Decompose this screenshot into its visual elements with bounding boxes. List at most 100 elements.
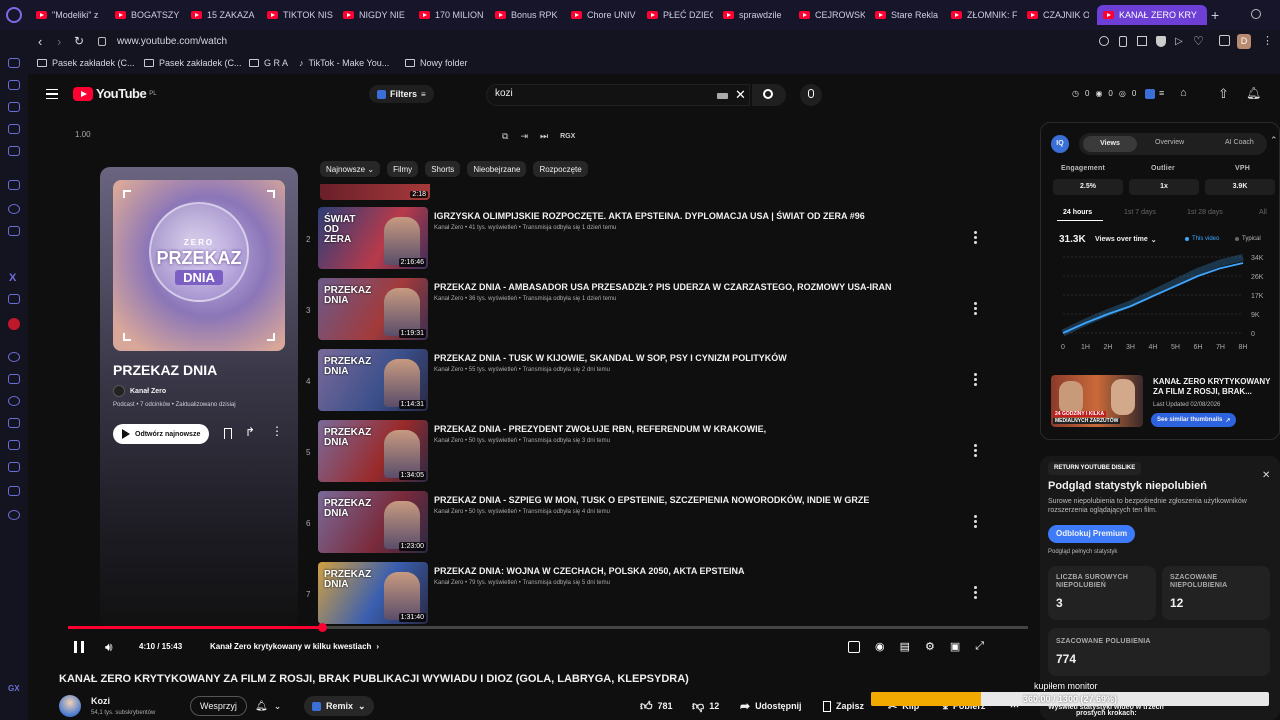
video-thumbnail[interactable]: PRZEKAZ DNIA 1:31:40: [318, 562, 428, 624]
vidiq-player-icon[interactable]: [848, 640, 860, 653]
similar-thumbnails-button[interactable]: See similar thumbnails ↗: [1151, 413, 1237, 427]
browser-menu-dots-icon[interactable]: ⋮: [1262, 34, 1273, 47]
twitch-icon[interactable]: [8, 180, 20, 190]
tab-ai-coach[interactable]: AI Coach: [1225, 139, 1254, 146]
browser-tab[interactable]: NIGDY NIE: [343, 5, 405, 25]
browser-tab[interactable]: Bonus RPK: [495, 5, 561, 25]
browser-tab[interactable]: PŁEĆ DZIEC: [647, 5, 713, 25]
range-7d[interactable]: 1st 7 days: [1124, 209, 1156, 216]
voice-search-icon[interactable]: [800, 84, 822, 106]
sidebar-app-icon[interactable]: [8, 102, 20, 112]
upload-icon[interactable]: ⇧: [1218, 86, 1229, 102]
play-icon[interactable]: [8, 374, 20, 384]
extension-tool-icon[interactable]: ⌂: [1180, 87, 1187, 99]
search-tabs-icon[interactable]: [1251, 9, 1261, 19]
youtube-logo[interactable]: YouTube PL: [73, 86, 157, 101]
keyboard-icon[interactable]: [717, 93, 728, 99]
video-title[interactable]: PRZEKAZ DNIA: WOJNA W CZECHACH, POLSKA 2…: [434, 566, 745, 576]
browser-tab[interactable]: BOGATSZY: [115, 5, 181, 25]
fullscreen-icon[interactable]: ⤢: [975, 640, 984, 653]
autoplay-toggle-icon[interactable]: ◉: [875, 640, 885, 653]
range-all[interactable]: All: [1259, 209, 1267, 216]
partial-video-thumbnail[interactable]: 2:18: [320, 184, 430, 200]
views-over-time-dropdown[interactable]: Views over time ⌄: [1095, 236, 1157, 244]
pip-icon[interactable]: ⧉: [502, 131, 508, 142]
video-title[interactable]: PRZEKAZ DNIA - TUSK W KIJOWIE, SKANDAL W…: [434, 353, 787, 363]
list-icon[interactable]: ≡: [1159, 88, 1164, 98]
download-icon[interactable]: [8, 462, 20, 472]
back-icon[interactable]: ‹: [38, 34, 42, 49]
settings-icon[interactable]: [8, 510, 20, 520]
dislike-button[interactable]: 👎︎ 12: [692, 696, 719, 716]
more-icon[interactable]: [974, 231, 978, 245]
share-icon[interactable]: ↱: [245, 425, 255, 439]
support-button[interactable]: Wesprzyj: [190, 696, 247, 716]
pause-button[interactable]: [74, 641, 84, 653]
browser-tab[interactable]: TIKTOK NIS: [267, 5, 333, 25]
seek-bar-handle[interactable]: [318, 623, 328, 632]
shield-icon[interactable]: [1156, 36, 1166, 47]
chip-unwatched[interactable]: Nieobejrzane: [467, 161, 527, 177]
video-title[interactable]: IGRZYSKA OLIMPIJSKIE ROZPOCZĘTE. AKTA EP…: [434, 211, 865, 221]
range-24h[interactable]: 24 hours: [1063, 209, 1092, 216]
unlock-premium-button[interactable]: Odblokuj Premium: [1048, 525, 1136, 543]
extension-icon[interactable]: [8, 486, 20, 496]
video-title[interactable]: PRZEKAZ DNIA - SZPIEG W MON, TUSK O EPST…: [434, 495, 869, 505]
range-28d[interactable]: 1st 28 days: [1187, 209, 1223, 216]
next-icon[interactable]: ⏭︎: [540, 131, 548, 142]
list-item[interactable]: 4 PRZEKAZ DNIA 1:14:31 PRZEKAZ DNIA - TUSK …: [306, 349, 1008, 415]
channel-name[interactable]: Kozi: [91, 696, 110, 706]
close-icon[interactable]: ✕: [1262, 470, 1270, 481]
list-item[interactable]: 7 PRZEKAZ DNIA 1:31:40 PRZEKAZ DNIA: WOJNA …: [306, 562, 1008, 628]
subtitles-icon[interactable]: ▤: [900, 640, 910, 653]
video-title[interactable]: PRZEKAZ DNIA - AMBASADOR USA PRZESADZIŁ?…: [434, 282, 892, 292]
gx-icon[interactable]: GX: [8, 684, 20, 693]
clear-search-icon[interactable]: ✕: [735, 87, 746, 103]
x-icon[interactable]: X: [9, 272, 16, 284]
list-item[interactable]: 6 PRZEKAZ DNIA 1:23:00 PRZEKAZ DNIA - SZPIE…: [306, 491, 1008, 557]
chip-videos[interactable]: Filmy: [387, 161, 419, 177]
sidebar-app-icon[interactable]: [8, 80, 20, 90]
play-latest-button[interactable]: Odtwórz najnowsze: [113, 424, 210, 444]
bookmark-folder[interactable]: Nowy folder: [405, 58, 468, 68]
more-icon[interactable]: [974, 515, 978, 529]
playlist-cover[interactable]: ZERO PRZEKAZ DNIA: [113, 180, 285, 351]
seek-bar[interactable]: [68, 623, 1028, 632]
search-button[interactable]: [752, 84, 786, 106]
sidebar-app-icon[interactable]: [8, 58, 20, 68]
browser-tab[interactable]: ZŁOMNIK: F: [951, 5, 1017, 25]
sidebar-app-icon[interactable]: [8, 352, 20, 362]
send-icon[interactable]: ▷: [1175, 36, 1183, 47]
remix-button[interactable]: Remix ⌄: [304, 696, 374, 716]
more-icon[interactable]: [974, 373, 978, 387]
save-playlist-icon[interactable]: [224, 428, 232, 439]
chapter-button[interactable]: Kanał Zero krytykowany w kilku kwestiach…: [210, 642, 379, 651]
settings-gear-icon[interactable]: ⚙: [925, 640, 935, 653]
browser-tab[interactable]: Chore UNIV: [571, 5, 637, 25]
tab-overview[interactable]: Overview: [1155, 139, 1184, 146]
chip-started[interactable]: Rozpoczęte: [533, 161, 588, 177]
miniplayer-icon[interactable]: ▣: [950, 640, 960, 653]
zoom-icon[interactable]: [1099, 36, 1109, 46]
bookmark-folder[interactable]: Pasek zakładek (C...: [144, 58, 242, 68]
video-thumbnail[interactable]: PRZEKAZ DNIA 1:14:31: [318, 349, 428, 411]
save-button[interactable]: Zapisz: [823, 696, 864, 716]
url-field[interactable]: www.youtube.com/watch: [117, 36, 227, 47]
more-icon[interactable]: [974, 444, 978, 458]
more-icon[interactable]: [974, 302, 978, 316]
rgx-label[interactable]: RGX: [560, 133, 575, 140]
guide-menu-icon[interactable]: [46, 89, 58, 99]
browser-tab[interactable]: 15 ZAKAZA: [191, 5, 257, 25]
browser-tab[interactable]: "Modeliki" z: [36, 5, 102, 25]
filters-button[interactable]: Filters ≡: [369, 85, 434, 103]
video-title[interactable]: PRZEKAZ DNIA - PREZYDENT ZWOŁUJE RBN, RE…: [434, 424, 766, 434]
chip-newest[interactable]: Najnowsze ⌄: [320, 161, 381, 177]
collapse-icon[interactable]: ⌃: [1270, 135, 1278, 146]
search-box[interactable]: ✕: [486, 84, 750, 106]
browser-tab[interactable]: 170 MILION: [419, 5, 485, 25]
list-item[interactable]: 3 PRZEKAZ DNIA 1:19:31 PRZEKAZ DNIA - AMBAS…: [306, 278, 1008, 344]
video-thumbnail[interactable]: PRZEKAZ DNIA 1:34:05: [318, 420, 428, 482]
search-input[interactable]: [495, 88, 695, 99]
bookmark-folder[interactable]: Pasek zakładek (C...: [37, 58, 135, 68]
browser-tab[interactable]: sprawdzile: [723, 5, 789, 25]
